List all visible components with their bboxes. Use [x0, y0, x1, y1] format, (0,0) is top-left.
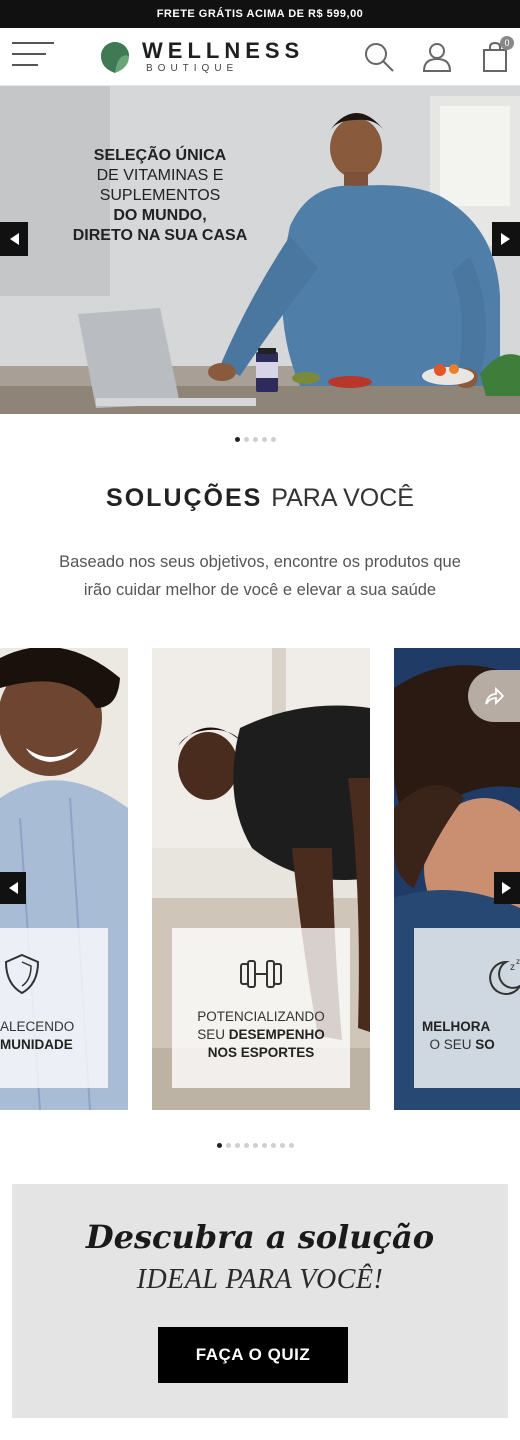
quiz-button[interactable]: FAÇA O QUIZ [158, 1327, 348, 1383]
cart-button[interactable]: 0 [478, 36, 514, 74]
menu-button[interactable] [12, 40, 54, 72]
hero-headline: SELEÇÃO ÚNICA DE VITAMINAS E SUPLEMENTOS… [72, 147, 248, 244]
quiz-subtitle: IDEAL PARA VOCÊ! [136, 1264, 384, 1295]
share-button[interactable] [468, 670, 520, 722]
hero-dot[interactable] [253, 437, 258, 442]
promo-bar: FRETE GRÁTIS ACIMA DE R$ 599,00 [0, 0, 520, 28]
site-header: WELLNESS BOUTIQUE 0 [0, 28, 520, 86]
hero-next-button[interactable] [492, 222, 520, 256]
search-icon[interactable] [362, 40, 396, 74]
carousel-pagination [217, 1143, 294, 1148]
section-subtitle: Baseado nos seus objetivos, encontre os … [59, 553, 461, 599]
card-label: POTENCIALIZANDO SEU DESEMPENHO NOS ESPOR… [172, 928, 350, 1088]
leaf-logo-icon [101, 42, 129, 73]
share-arrow-icon [485, 686, 505, 706]
carousel-dot[interactable] [226, 1143, 231, 1148]
carousel-dot[interactable] [253, 1143, 258, 1148]
card-label: z z MELHORA O SEU SO [414, 928, 520, 1088]
hero-dot[interactable] [235, 437, 240, 442]
solution-card-sports[interactable]: POTENCIALIZANDO SEU DESEMPENHO NOS ESPOR… [152, 648, 370, 1110]
hero-prev-button[interactable] [0, 222, 28, 256]
logo-title: WELLNESS [142, 38, 305, 63]
hero-pagination [235, 437, 276, 442]
svg-text:z: z [516, 957, 520, 966]
chevron-left-icon [9, 882, 18, 894]
carousel-dot[interactable] [235, 1143, 240, 1148]
hero-dot[interactable] [244, 437, 249, 442]
chevron-left-icon [10, 233, 19, 245]
hero-image [0, 86, 520, 414]
carousel-dot[interactable] [289, 1143, 294, 1148]
carousel-dot[interactable] [262, 1143, 267, 1148]
menu-icon [12, 42, 54, 44]
carousel-next-button[interactable] [494, 872, 520, 904]
brand-logo[interactable]: WELLNESS BOUTIQUE [98, 36, 328, 78]
chevron-right-icon [502, 882, 511, 894]
quiz-title: Descubra a solução [85, 1218, 435, 1256]
moon-sleep-icon: z z [489, 957, 520, 995]
logo-subtitle: BOUTIQUE [146, 63, 239, 74]
carousel-dot[interactable] [217, 1143, 222, 1148]
chevron-right-icon [501, 233, 510, 245]
dumbbell-icon [240, 960, 282, 988]
cart-count-badge: 0 [500, 36, 514, 50]
hero-dot[interactable] [262, 437, 267, 442]
card-label: ALECENDO MUNIDADE [0, 928, 108, 1088]
carousel-prev-button[interactable] [0, 872, 26, 904]
promo-text: FRETE GRÁTIS ACIMA DE R$ 599,00 [156, 8, 364, 20]
section-title: SOLUÇÕES PARA VOCÊ [106, 484, 414, 512]
hero-banner[interactable]: SELEÇÃO ÚNICA DE VITAMINAS E SUPLEMENTOS… [0, 86, 520, 414]
carousel-dot[interactable] [280, 1143, 285, 1148]
carousel-dot[interactable] [244, 1143, 249, 1148]
shield-icon [4, 953, 40, 995]
user-icon[interactable] [420, 40, 454, 74]
svg-text:z: z [510, 962, 515, 973]
carousel-dot[interactable] [271, 1143, 276, 1148]
quiz-banner: Descubra a solução IDEAL PARA VOCÊ! FAÇA… [12, 1184, 508, 1418]
hero-dot[interactable] [271, 437, 276, 442]
